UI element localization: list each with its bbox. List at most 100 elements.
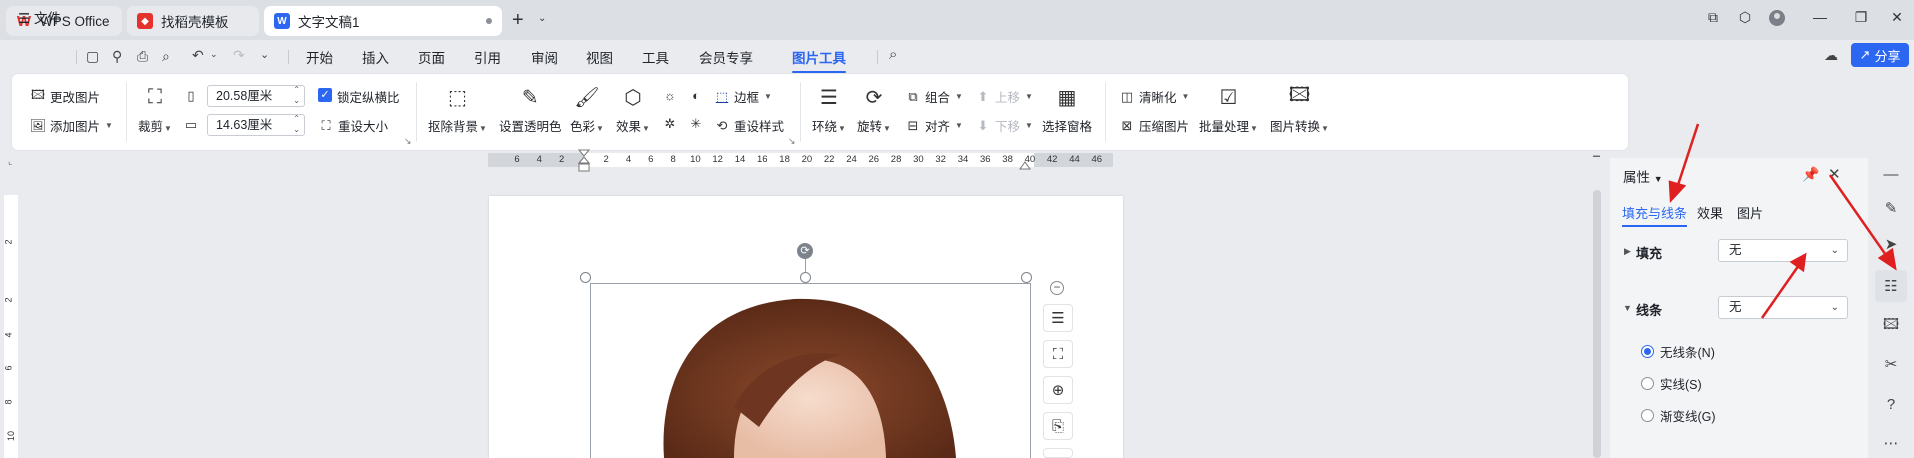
undo-chevron-icon[interactable]: ⌄	[210, 49, 218, 60]
select-cursor-icon[interactable]: ➤	[1875, 228, 1907, 260]
resize-handle-top[interactable]	[800, 272, 811, 283]
tools-icon[interactable]: ✂	[1875, 348, 1907, 380]
menu-tools[interactable]: 工具	[642, 47, 669, 67]
height-input[interactable]: 14.63厘米	[207, 113, 305, 136]
width-input[interactable]: 20.58厘米	[207, 84, 305, 107]
fill-section-label[interactable]: 填充	[1636, 243, 1662, 262]
properties-sliders-icon[interactable]: ☷	[1875, 270, 1907, 302]
cloud-icon[interactable]: ☁	[1824, 47, 1838, 64]
radio-no-line[interactable]: 无线条(N)	[1641, 342, 1715, 361]
close-icon[interactable]: ✕	[1886, 9, 1908, 26]
crop-button[interactable]: ⛶ 裁剪▼	[138, 84, 172, 135]
tab-document[interactable]: W 文字文稿1	[264, 6, 502, 36]
radio-gradient-line[interactable]: 渐变线(G)	[1641, 406, 1716, 425]
edit-pen-icon[interactable]: ✎	[1875, 192, 1907, 224]
save-icon[interactable]: ▢	[86, 48, 99, 65]
line-collapse-icon[interactable]: ▼	[1623, 303, 1632, 313]
avatar[interactable]	[1766, 9, 1788, 30]
tab-view-icon[interactable]: ⧉	[1702, 9, 1724, 26]
menu-page[interactable]: 页面	[418, 47, 445, 67]
print-icon[interactable]: ⎙	[137, 48, 148, 65]
compress-picture-button[interactable]: ⊠ 压缩图片	[1119, 116, 1189, 135]
export-icon[interactable]: ⚲	[112, 48, 122, 65]
more-icon[interactable]: ⋯	[1875, 428, 1907, 458]
vertical-ruler[interactable]: 2 2 4 6 8 10	[4, 195, 18, 458]
cube-icon[interactable]: ⬡	[1734, 9, 1756, 26]
reset-size-button[interactable]: ⛶ 重设大小	[318, 116, 388, 135]
move-down-button[interactable]: ⬇ 下移 ▼	[975, 116, 1033, 135]
rotate-handle-icon[interactable]: ⟳	[797, 243, 813, 259]
float-crop-button[interactable]: ⛶	[1043, 340, 1073, 368]
share-button[interactable]: ↗ 分享	[1851, 43, 1909, 67]
line-section-label[interactable]: 线条	[1636, 300, 1662, 319]
effects-button[interactable]: ⬡ 效果▼	[616, 84, 650, 135]
radio-button[interactable]	[1641, 377, 1654, 390]
fill-select[interactable]: 无 ⌄	[1718, 239, 1848, 262]
float-rotate-button[interactable]: ⎘	[1043, 412, 1073, 440]
indent-marker-icon[interactable]	[578, 149, 590, 179]
resize-handle-top-right[interactable]	[1021, 272, 1032, 283]
menu-reference[interactable]: 引用	[474, 47, 501, 67]
change-picture-button[interactable]: 🖾 更改图片	[30, 87, 100, 106]
group-button[interactable]: ⧉ 组合 ▼	[905, 87, 963, 106]
float-more-button[interactable]	[1043, 448, 1073, 458]
launcher-icon[interactable]: ↘	[788, 136, 796, 147]
menu-insert[interactable]: 插入	[362, 47, 389, 67]
float-zoom-button[interactable]: ⊕	[1043, 376, 1073, 404]
panel-close-icon[interactable]: ✕	[1828, 165, 1841, 183]
menu-home[interactable]: 开始	[306, 47, 333, 67]
undo-icon[interactable]: ↶	[192, 47, 204, 64]
customize-chevron-icon[interactable]: ⌄	[260, 48, 269, 61]
color-button[interactable]: 🖌 色彩▼	[570, 84, 604, 135]
restore-icon[interactable]: ❐	[1850, 9, 1872, 26]
menu-member[interactable]: 会员专享	[699, 47, 753, 67]
panel-title[interactable]: 属性 ▼	[1623, 166, 1663, 186]
new-tab-plus-icon[interactable]: +	[512, 9, 524, 32]
picture-convert-button[interactable]: 🖾 图片转换▼	[1270, 84, 1329, 135]
line-select[interactable]: 无 ⌄	[1718, 296, 1848, 319]
unsaved-dot-icon[interactable]	[486, 18, 492, 24]
tab-template[interactable]: ◆ 找稻壳模板	[127, 6, 259, 36]
help-icon[interactable]: ?	[1875, 388, 1907, 420]
radio-button[interactable]	[1641, 345, 1654, 358]
remove-background-button[interactable]: ⬚ 抠除背景▼	[428, 84, 487, 135]
lock-ratio-checkbox[interactable]: ✓	[318, 88, 332, 102]
menu-review[interactable]: 审阅	[531, 47, 558, 67]
reset-style-button[interactable]: ⟲ 重设样式	[714, 116, 784, 135]
image-edit-icon[interactable]: 🖾	[1875, 310, 1907, 342]
rotate-button[interactable]: ⟳ 旋转▼	[857, 84, 891, 135]
border-button[interactable]: ⬚ 边框 ▼	[714, 87, 772, 106]
fill-expand-icon[interactable]: ▶	[1624, 246, 1631, 257]
tab-list-chevron-icon[interactable]: ⌄	[538, 13, 546, 24]
vertical-scrollbar[interactable]	[1593, 190, 1601, 458]
tab-picture[interactable]: 图片	[1737, 203, 1763, 222]
launcher-icon[interactable]: ↘	[404, 136, 412, 147]
scroll-top-icon[interactable]: ▔	[1593, 156, 1600, 167]
align-button[interactable]: ⊟ 对齐 ▼	[905, 116, 963, 135]
brightness-down-icon[interactable]: ✲	[662, 116, 678, 132]
add-picture-button[interactable]: 🖼 添加图片 ▼	[30, 116, 113, 135]
contrast-down-icon[interactable]: ✳	[688, 116, 704, 132]
move-up-button[interactable]: ⬆ 上移 ▼	[975, 87, 1033, 106]
tab-effects[interactable]: 效果	[1697, 203, 1723, 222]
minimize-icon[interactable]: —	[1809, 9, 1831, 25]
menu-picture-tools[interactable]: 图片工具	[792, 47, 846, 73]
search-icon[interactable]: ⌕	[889, 46, 897, 63]
ruler-corner-icon[interactable]: ⌞	[8, 156, 12, 167]
selection-pane-button[interactable]: ▦ 选择窗格	[1042, 84, 1092, 135]
sharpen-button[interactable]: ◫ 清晰化 ▼	[1119, 87, 1190, 106]
contrast-icon[interactable]: ◐	[688, 87, 704, 103]
set-transparent-button[interactable]: ✎ 设置透明色	[499, 84, 562, 135]
menu-view[interactable]: 视图	[586, 47, 613, 67]
tab-fill-line[interactable]: 填充与线条	[1622, 203, 1688, 227]
collapse-float-toolbar-icon[interactable]: −	[1050, 281, 1064, 295]
wrap-button[interactable]: ☰ 环绕▼	[812, 84, 846, 135]
collapse-sidebar-icon[interactable]: —	[1875, 158, 1907, 190]
pin-icon[interactable]: 📌	[1802, 166, 1819, 183]
radio-solid-line[interactable]: 实线(S)	[1641, 374, 1702, 393]
right-indent-marker-icon[interactable]	[1019, 158, 1031, 170]
print-preview-icon[interactable]: ⌕	[162, 48, 170, 65]
batch-process-button[interactable]: ☑ 批量处理▼	[1199, 84, 1258, 135]
resize-handle-top-left[interactable]	[580, 272, 591, 283]
file-menu[interactable]: ☰ 文件	[18, 7, 61, 27]
